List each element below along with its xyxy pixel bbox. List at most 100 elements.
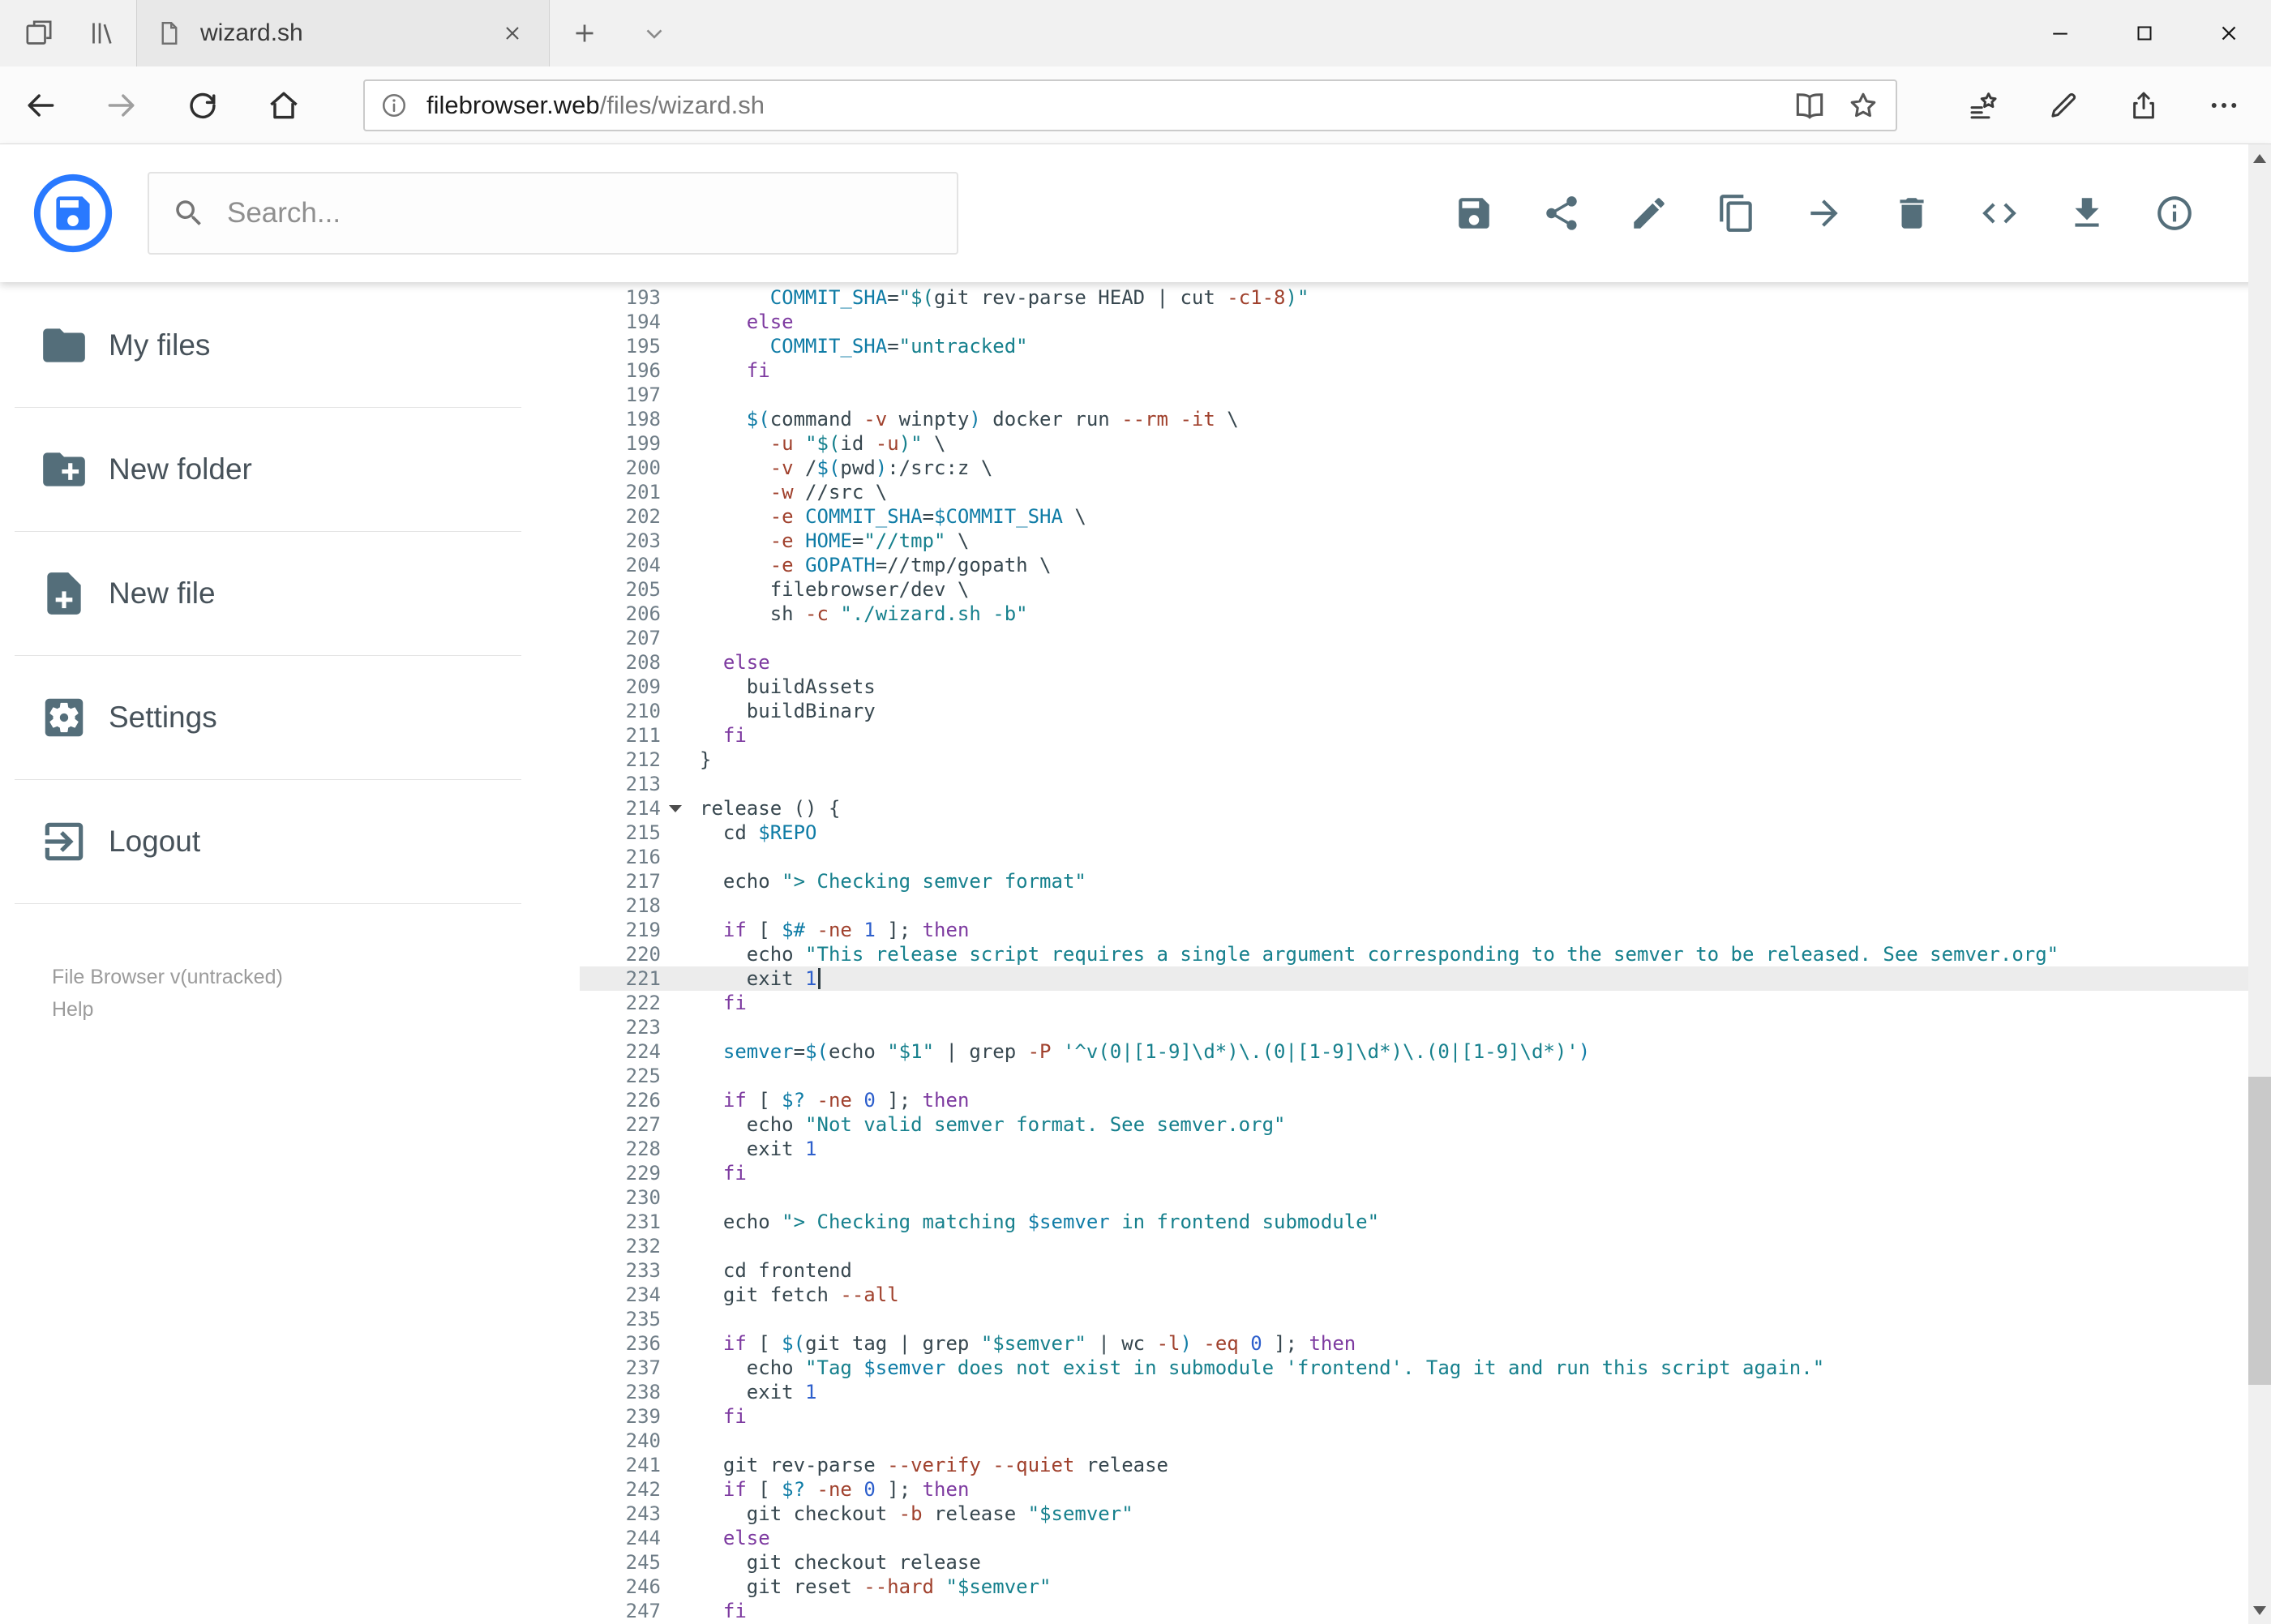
code-line-231[interactable]: 231 echo "> Checking matching $semver in… — [580, 1210, 2271, 1234]
browser-tab-active[interactable]: wizard.sh — [136, 0, 550, 66]
sidebar-item-new-folder[interactable]: New folder — [0, 408, 580, 531]
code-button[interactable] — [1974, 188, 2025, 238]
new-tab-button[interactable] — [550, 0, 619, 66]
code-line-227[interactable]: 227 echo "Not valid semver format. See s… — [580, 1112, 2271, 1137]
code-line-212[interactable]: 212} — [580, 748, 2271, 772]
copy-button[interactable] — [1712, 188, 1762, 238]
code-line-210[interactable]: 210 buildBinary — [580, 699, 2271, 723]
web-note-button[interactable] — [2023, 66, 2103, 144]
code-line-209[interactable]: 209 buildAssets — [580, 675, 2271, 699]
search-input[interactable]: Search... — [148, 172, 958, 255]
code-line-244[interactable]: 244 else — [580, 1526, 2271, 1550]
delete-button[interactable] — [1887, 188, 1937, 238]
code-line-195[interactable]: 195 COMMIT_SHA="untracked" — [580, 334, 2271, 358]
window-maximize-button[interactable] — [2102, 0, 2187, 66]
code-line-228[interactable]: 228 exit 1 — [580, 1137, 2271, 1161]
code-line-224[interactable]: 224 semver=$(echo "$1" | grep -P '^v(0|[… — [580, 1039, 2271, 1064]
favorite-star-icon[interactable] — [1845, 88, 1881, 123]
code-line-216[interactable]: 216 — [580, 845, 2271, 869]
code-line-222[interactable]: 222 fi — [580, 991, 2271, 1015]
forward-button[interactable] — [81, 66, 162, 144]
code-line-229[interactable]: 229 fi — [580, 1161, 2271, 1185]
code-line-235[interactable]: 235 — [580, 1307, 2271, 1331]
code-line-197[interactable]: 197 — [580, 383, 2271, 407]
tab-close-button[interactable] — [494, 15, 531, 52]
scroll-down-arrow[interactable] — [2248, 1596, 2271, 1624]
code-line-243[interactable]: 243 git checkout -b release "$semver" — [580, 1502, 2271, 1526]
code-line-193[interactable]: 193 COMMIT_SHA="$(git rev-parse HEAD | c… — [580, 285, 2271, 310]
code-line-223[interactable]: 223 — [580, 1015, 2271, 1039]
code-line-239[interactable]: 239 fi — [580, 1404, 2271, 1429]
set-tabs-aside-button[interactable] — [6, 0, 71, 66]
share-dots-button[interactable] — [1536, 188, 1587, 238]
code-line-207[interactable]: 207 — [580, 626, 2271, 650]
code-line-196[interactable]: 196 fi — [580, 358, 2271, 383]
scroll-up-arrow[interactable] — [2248, 144, 2271, 172]
sidebar-item-logout[interactable]: Logout — [0, 780, 580, 903]
code-line-200[interactable]: 200 -v /$(pwd):/src:z \ — [580, 456, 2271, 480]
code-line-217[interactable]: 217 echo "> Checking semver format" — [580, 869, 2271, 893]
code-line-205[interactable]: 205 filebrowser/dev \ — [580, 577, 2271, 602]
home-button[interactable] — [243, 66, 324, 144]
code-line-233[interactable]: 233 cd frontend — [580, 1258, 2271, 1283]
code-line-230[interactable]: 230 — [580, 1185, 2271, 1210]
tabs-preview-button[interactable] — [71, 0, 136, 66]
code-line-213[interactable]: 213 — [580, 772, 2271, 796]
code-line-238[interactable]: 238 exit 1 — [580, 1380, 2271, 1404]
reading-view-icon[interactable] — [1792, 88, 1828, 123]
code-line-203[interactable]: 203 -e HOME="//tmp" \ — [580, 529, 2271, 553]
window-minimize-button[interactable] — [2018, 0, 2102, 66]
code-line-208[interactable]: 208 else — [580, 650, 2271, 675]
code-line-201[interactable]: 201 -w //src \ — [580, 480, 2271, 504]
sidebar-item-new-file[interactable]: New file — [0, 532, 580, 655]
help-link[interactable]: Help — [52, 993, 580, 1026]
code-line-236[interactable]: 236 if [ $(git tag | grep "$semver" | wc… — [580, 1331, 2271, 1356]
code-line-242[interactable]: 242 if [ $? -ne 0 ]; then — [580, 1477, 2271, 1502]
code-line-204[interactable]: 204 -e GOPATH=//tmp/gopath \ — [580, 553, 2271, 577]
back-button[interactable] — [0, 66, 81, 144]
code-line-218[interactable]: 218 — [580, 893, 2271, 918]
code-line-220[interactable]: 220 echo "This release script requires a… — [580, 942, 2271, 966]
edit-button[interactable] — [1624, 188, 1674, 238]
window-close-button[interactable] — [2187, 0, 2271, 66]
download-button[interactable] — [2062, 188, 2112, 238]
scrollbar-thumb[interactable] — [2248, 1077, 2271, 1385]
forward-arrow-button[interactable] — [1799, 188, 1849, 238]
share-page-button[interactable] — [2103, 66, 2183, 144]
code-line-234[interactable]: 234 git fetch --all — [580, 1283, 2271, 1307]
page-scrollbar[interactable] — [2248, 144, 2271, 1624]
code-line-214[interactable]: 214 release () { — [580, 796, 2271, 821]
code-line-247[interactable]: 247 fi — [580, 1599, 2271, 1623]
code-line-232[interactable]: 232 — [580, 1234, 2271, 1258]
browser-menu-button[interactable] — [2183, 66, 2264, 144]
code-line-206[interactable]: 206 sh -c "./wizard.sh -b" — [580, 602, 2271, 626]
code-editor[interactable]: 193 COMMIT_SHA="$(git rev-parse HEAD | c… — [580, 282, 2271, 1624]
code-line-211[interactable]: 211 fi — [580, 723, 2271, 748]
hub-button[interactable] — [1943, 66, 2023, 144]
code-line-241[interactable]: 241 git rev-parse --verify --quiet relea… — [580, 1453, 2271, 1477]
info-outline-button[interactable] — [2149, 188, 2200, 238]
code-line-219[interactable]: 219 if [ $# -ne 1 ]; then — [580, 918, 2271, 942]
code-line-194[interactable]: 194 else — [580, 310, 2271, 334]
code-line-240[interactable]: 240 — [580, 1429, 2271, 1453]
fold-arrow-icon[interactable] — [661, 796, 700, 821]
code-line-199[interactable]: 199 -u "$(id -u)" \ — [580, 431, 2271, 456]
code-line-198[interactable]: 198 $(command -v winpty) docker run --rm… — [580, 407, 2271, 431]
sidebar-item-settings[interactable]: Settings — [0, 656, 580, 779]
tab-preview-toggle[interactable] — [619, 0, 689, 66]
filebrowser-logo[interactable] — [32, 173, 114, 254]
code-line-226[interactable]: 226 if [ $? -ne 0 ]; then — [580, 1088, 2271, 1112]
code-line-245[interactable]: 245 git checkout release — [580, 1550, 2271, 1575]
code-line-215[interactable]: 215 cd $REPO — [580, 821, 2271, 845]
code-line-202[interactable]: 202 -e COMMIT_SHA=$COMMIT_SHA \ — [580, 504, 2271, 529]
sidebar-item-my-files[interactable]: My files — [0, 284, 580, 407]
code-line-237[interactable]: 237 echo "Tag $semver does not exist in … — [580, 1356, 2271, 1380]
site-info-icon[interactable] — [379, 91, 409, 120]
save-button[interactable] — [1449, 188, 1499, 238]
code-line-221[interactable]: 221 exit 1 — [580, 966, 2271, 991]
address-bar[interactable]: filebrowser.web/files/wizard.sh — [363, 79, 1897, 131]
refresh-button[interactable] — [162, 66, 243, 144]
code-line-246[interactable]: 246 git reset --hard "$semver" — [580, 1575, 2271, 1599]
code-line-225[interactable]: 225 — [580, 1064, 2271, 1088]
url-text[interactable]: filebrowser.web/files/wizard.sh — [426, 91, 1774, 120]
